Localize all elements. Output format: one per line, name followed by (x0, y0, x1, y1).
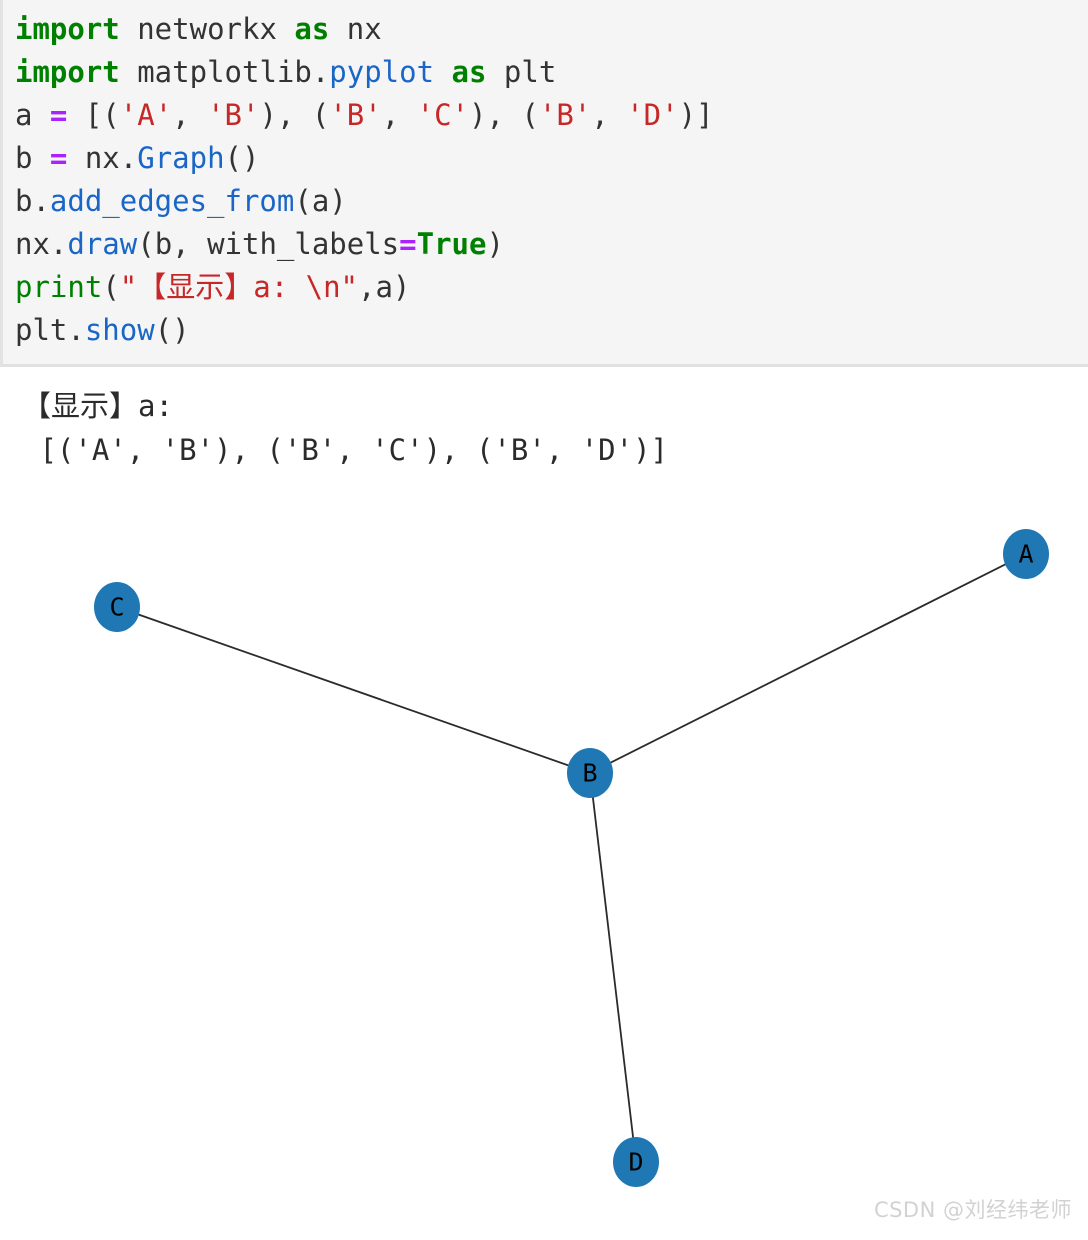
code-token: , (591, 98, 627, 132)
code-line-2: import matplotlib.pyplot as plt (15, 51, 1088, 94)
code-token: a (15, 98, 50, 132)
code-token: , (381, 98, 417, 132)
code-block: import networkx as nx import matplotlib.… (0, 0, 1088, 367)
code-token: nx. (67, 141, 138, 175)
code-token: ,a) (358, 270, 411, 304)
graph-edges (116, 553, 1027, 1163)
code-token: = (49, 141, 68, 175)
code-token: 'A' (119, 98, 173, 132)
code-token: as (451, 55, 487, 89)
graph-node-D: D (613, 1137, 659, 1187)
network-graph-svg: A C B D (94, 529, 1049, 1187)
code-token: ) (486, 227, 504, 261)
code-line-3: a = [('A', 'B'), ('B', 'C'), ('B', 'D')] (15, 94, 1088, 137)
code-token: as (294, 12, 330, 46)
output-line-1: 【显示】a: (22, 389, 173, 423)
graph-edge-A-B (589, 553, 1027, 774)
code-token: 'B' (538, 98, 592, 132)
code-token: = (49, 98, 68, 132)
code-token: nx (329, 12, 382, 46)
code-line-8: plt.show() (15, 309, 1088, 352)
code-line-6: nx.draw(b, with_labels=True) (15, 223, 1088, 266)
code-token: plt. (15, 313, 85, 347)
code-token: b. (15, 184, 50, 218)
code-token: (a) (294, 184, 347, 218)
graph-node-A: A (1003, 529, 1049, 579)
graph-node-B: B (567, 748, 613, 798)
code-line-1: import networkx as nx (15, 8, 1088, 51)
code-token: add_edges_from (49, 184, 295, 218)
code-token: ), ( (259, 98, 330, 132)
node-label-C: C (109, 593, 124, 622)
graph-node-C: C (94, 582, 140, 632)
node-label-B: B (582, 759, 597, 788)
code-token: [( (67, 98, 120, 132)
code-token: )] (678, 98, 714, 132)
code-line-7: print("【显示】a: \n",a) (15, 266, 1088, 309)
graph-nodes: A C B D (94, 529, 1049, 1187)
code-token: (b, with_labels (137, 227, 400, 261)
code-token: ), ( (469, 98, 539, 132)
code-token: Graph (137, 141, 225, 175)
code-token: 'C' (416, 98, 470, 132)
code-token: () (154, 313, 190, 347)
code-token: 'D' (626, 98, 679, 132)
code-token: draw (67, 227, 138, 261)
graph-edge-B-D (589, 772, 637, 1163)
code-token: networkx (119, 12, 295, 46)
code-token: True (416, 227, 487, 261)
code-token: nx. (15, 227, 68, 261)
code-token: print (15, 270, 103, 304)
code-token: 'B' (207, 98, 260, 132)
node-label-A: A (1018, 540, 1033, 569)
csdn-watermark: CSDN @刘经纬老师 (873, 1198, 1072, 1222)
code-token: = (399, 227, 417, 261)
code-token: b (15, 141, 50, 175)
console-output: 【显示】a: [('A', 'B'), ('B', 'C'), ('B', 'D… (0, 372, 1088, 502)
graph-edge-B-C (116, 606, 591, 774)
code-token: , (172, 98, 208, 132)
code-token: () (224, 141, 260, 175)
node-label-D: D (628, 1148, 643, 1177)
code-token: plt (486, 55, 557, 89)
network-graph-figure: A C B D (0, 495, 1088, 1240)
output-line-2: [('A', 'B'), ('B', 'C'), ('B', 'D')] (22, 433, 669, 467)
code-line-4: b = nx.Graph() (15, 137, 1088, 180)
code-token: import (15, 55, 120, 89)
code-token: "【显示】a: \n" (119, 270, 358, 304)
code-line-5: b.add_edges_from(a) (15, 180, 1088, 223)
code-token: show (84, 313, 155, 347)
code-token: pyplot (329, 55, 435, 89)
code-token: import (15, 12, 120, 46)
code-token: 'B' (329, 98, 382, 132)
code-token: ( (102, 270, 120, 304)
code-token: matplotlib. (119, 55, 330, 89)
